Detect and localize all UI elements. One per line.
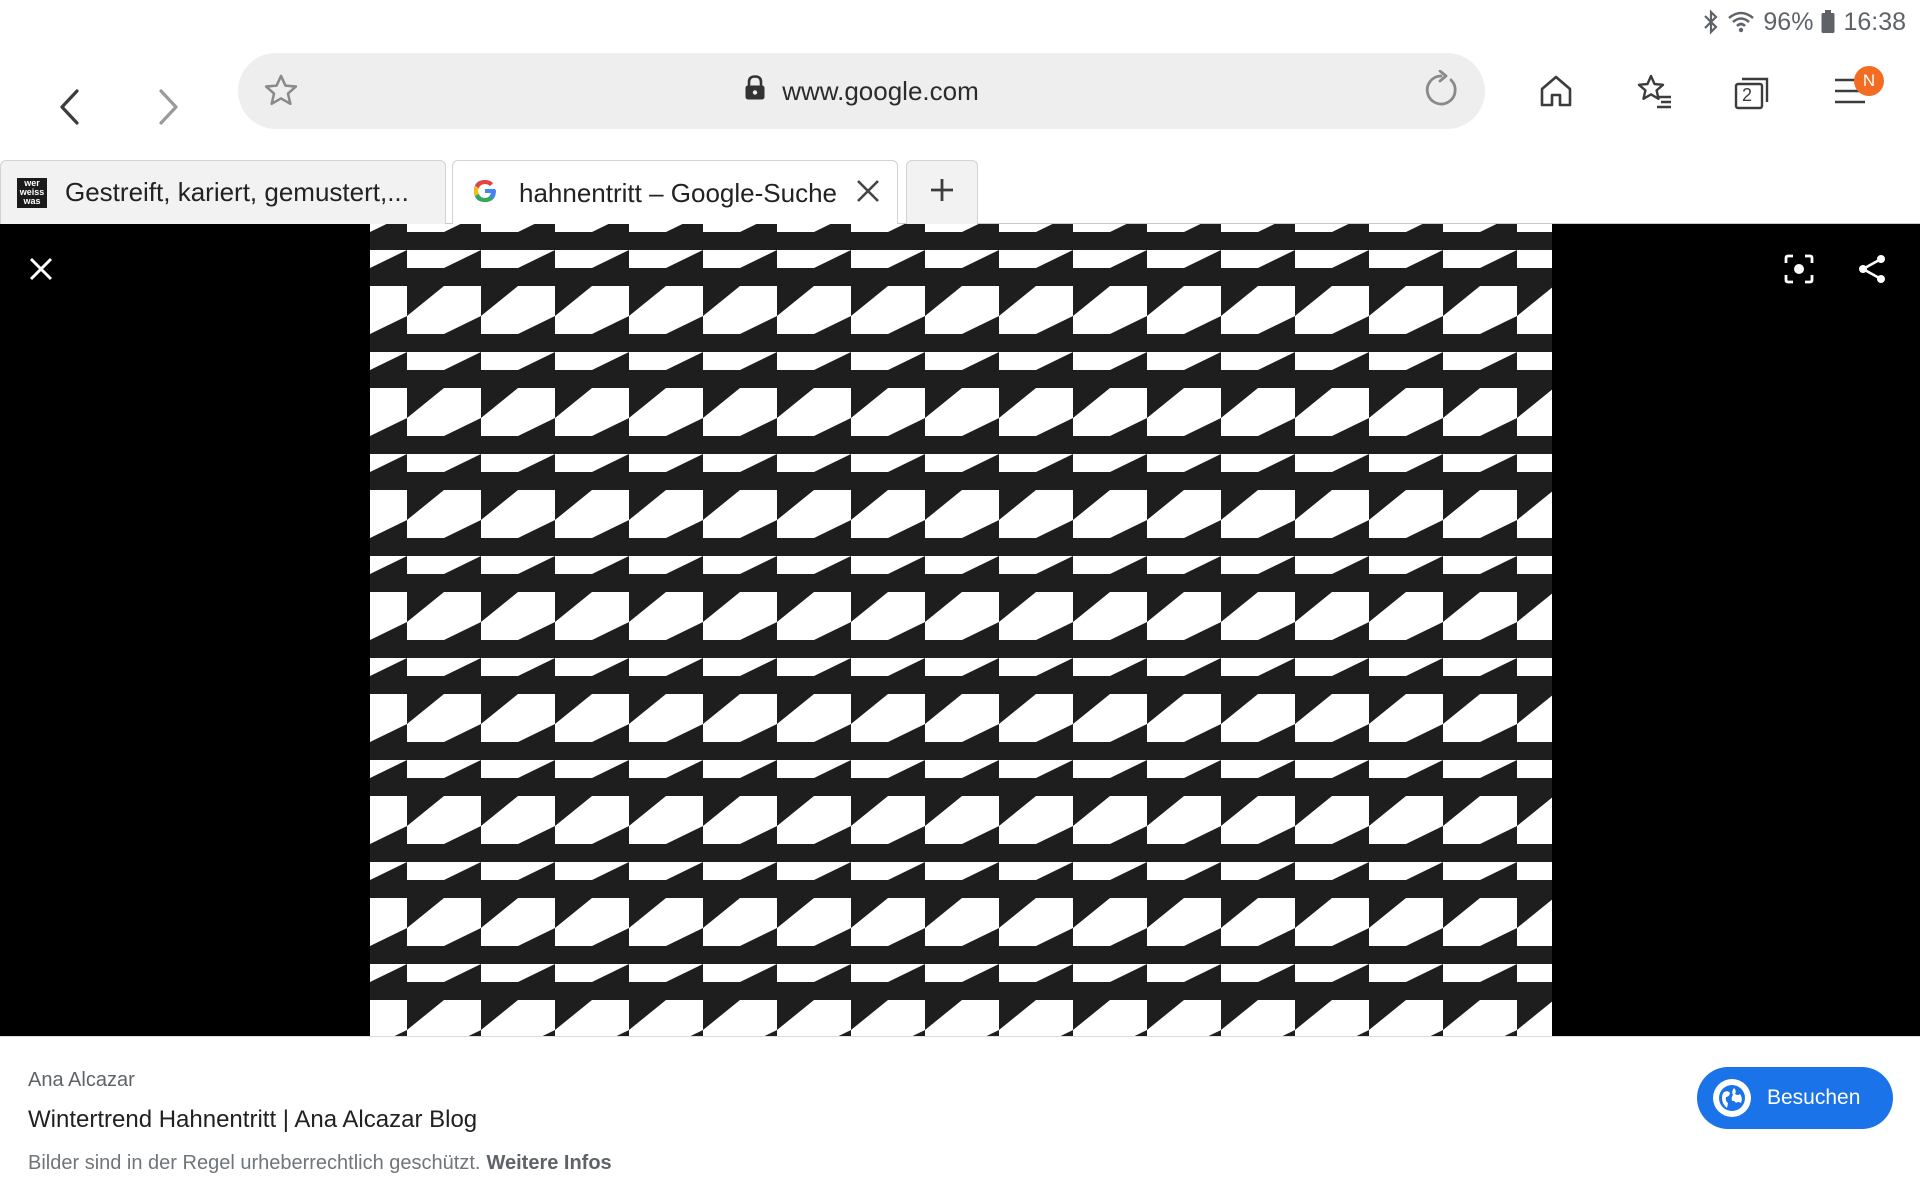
lens-icon <box>1783 253 1815 290</box>
forward-icon <box>155 87 181 132</box>
battery-icon <box>1821 10 1835 34</box>
tab-gestreift[interactable]: wer weiss was Gestreift, kariert, gemust… <box>0 160 446 224</box>
lens-button[interactable] <box>1778 250 1820 292</box>
visit-label: Besuchen <box>1767 1086 1861 1109</box>
status-indicators: 96% 16:38 <box>1703 8 1906 36</box>
home-icon <box>1538 73 1574 114</box>
tab-hahnentritt[interactable]: hahnentritt – Google-Suche <box>452 160 898 225</box>
plus-icon <box>928 176 956 209</box>
preview-image[interactable] <box>370 224 1552 1036</box>
visit-button[interactable]: Besuchen <box>1697 1067 1893 1129</box>
globe-icon <box>1713 1079 1751 1117</box>
new-tab-button[interactable] <box>906 160 978 224</box>
status-bar: 96% 16:38 <box>0 0 1920 44</box>
back-icon <box>57 87 83 132</box>
forward-button[interactable] <box>138 64 198 154</box>
reload-icon[interactable] <box>1421 69 1461 115</box>
bluetooth-icon <box>1703 9 1719 35</box>
source-name: Ana Alcazar <box>28 1069 135 1091</box>
address-bar[interactable]: www.google.com <box>238 53 1485 129</box>
close-tab-icon[interactable] <box>855 178 881 209</box>
home-button[interactable] <box>1526 64 1586 122</box>
close-button[interactable] <box>20 250 62 292</box>
copyright-notice: Bilder sind in der Regel urheberrechtlic… <box>28 1152 612 1175</box>
tabs-count: 2 <box>1742 85 1753 105</box>
notice-text: Bilder sind in der Regel urheberrechtlic… <box>28 1152 481 1174</box>
google-icon <box>471 177 499 210</box>
battery-percent: 96% <box>1763 7 1814 36</box>
tab-title: Gestreift, kariert, gemustert,... <box>65 177 409 207</box>
bookmarks-button[interactable] <box>1624 64 1684 122</box>
tabs-button[interactable]: 2 <box>1722 64 1782 122</box>
share-button[interactable] <box>1851 250 1893 292</box>
more-info-link[interactable]: Weitere Infos <box>486 1152 611 1174</box>
url-text: www.google.com <box>782 75 979 106</box>
image-info-panel: Ana Alcazar Wintertrend Hahnentritt | An… <box>0 1036 1920 1200</box>
clock: 16:38 <box>1843 7 1906 36</box>
lock-icon <box>744 74 766 108</box>
tab-title: hahnentritt – Google-Suche <box>519 177 837 208</box>
close-icon <box>28 256 54 287</box>
result-title[interactable]: Wintertrend Hahnentritt | Ana Alcazar Bl… <box>28 1106 477 1134</box>
tabs-icon: 2 <box>1733 75 1771 111</box>
werweisswas-favicon: wer weiss was <box>17 177 47 208</box>
image-viewer <box>0 224 1920 1036</box>
notification-badge: N <box>1854 66 1884 96</box>
wifi-icon <box>1727 10 1755 34</box>
tab-strip: wer weiss was Gestreift, kariert, gemust… <box>0 160 1920 225</box>
share-icon <box>1856 253 1888 290</box>
back-button[interactable] <box>40 64 100 154</box>
bookmarks-icon <box>1635 73 1673 114</box>
menu-button[interactable]: N <box>1820 64 1884 122</box>
